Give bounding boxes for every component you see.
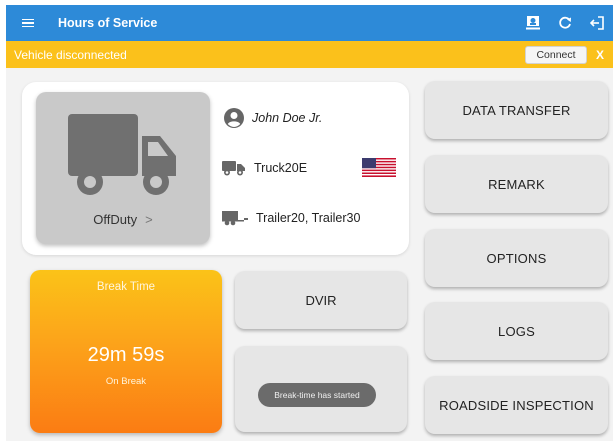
driver-row: John Doe Jr. (224, 108, 322, 128)
data-transfer-button[interactable]: DATA TRANSFER (425, 81, 608, 139)
us-flag-icon (362, 158, 396, 177)
trailer-icon (222, 210, 248, 226)
connect-button[interactable]: Connect (525, 45, 587, 64)
duty-status-button[interactable]: OffDuty > (36, 92, 210, 244)
dvir-button[interactable]: DVIR (235, 271, 407, 329)
toast-message: Break-time has started (258, 383, 376, 407)
break-time-title: Break Time (96, 281, 156, 293)
chevron-right-icon: > (145, 212, 153, 227)
logout-icon[interactable] (581, 5, 613, 41)
dvir-inspector-icon[interactable] (517, 5, 549, 41)
logs-button[interactable]: LOGS (425, 302, 608, 360)
trailer-names: Trailer20, Trailer30 (256, 211, 361, 225)
user-icon (224, 108, 244, 128)
truck-icon (68, 114, 176, 195)
break-time-remaining: 29m 59s (87, 344, 165, 366)
top-app-bar: Hours of Service (6, 5, 613, 41)
truck-small-icon (222, 160, 246, 176)
truck-row: Truck20E (222, 160, 307, 176)
truck-name: Truck20E (254, 161, 308, 175)
break-time-card: Break Time 29m 59s On Break (30, 270, 222, 433)
dismiss-alert-button[interactable]: X (595, 48, 605, 62)
app-window: Hours of Service Vehicle disconnected Co… (0, 0, 615, 446)
trailer-row: Trailer20, Trailer30 (222, 210, 360, 226)
roadside-inspection-button[interactable]: ROADSIDE INSPECTION (425, 376, 608, 434)
menu-icon[interactable] (6, 5, 50, 41)
driver-name: John Doe Jr. (252, 111, 323, 125)
duty-status-label: OffDuty > (93, 212, 153, 227)
vehicle-disconnected-bar: Vehicle disconnected Connect X (6, 41, 613, 68)
remark-button[interactable]: REMARK (425, 155, 608, 213)
break-status: On Break (105, 376, 147, 387)
disconnected-message: Vehicle disconnected (14, 47, 127, 62)
app-title: Hours of Service (58, 16, 158, 30)
refresh-icon[interactable] (549, 5, 581, 41)
options-button[interactable]: OPTIONS (425, 229, 608, 287)
